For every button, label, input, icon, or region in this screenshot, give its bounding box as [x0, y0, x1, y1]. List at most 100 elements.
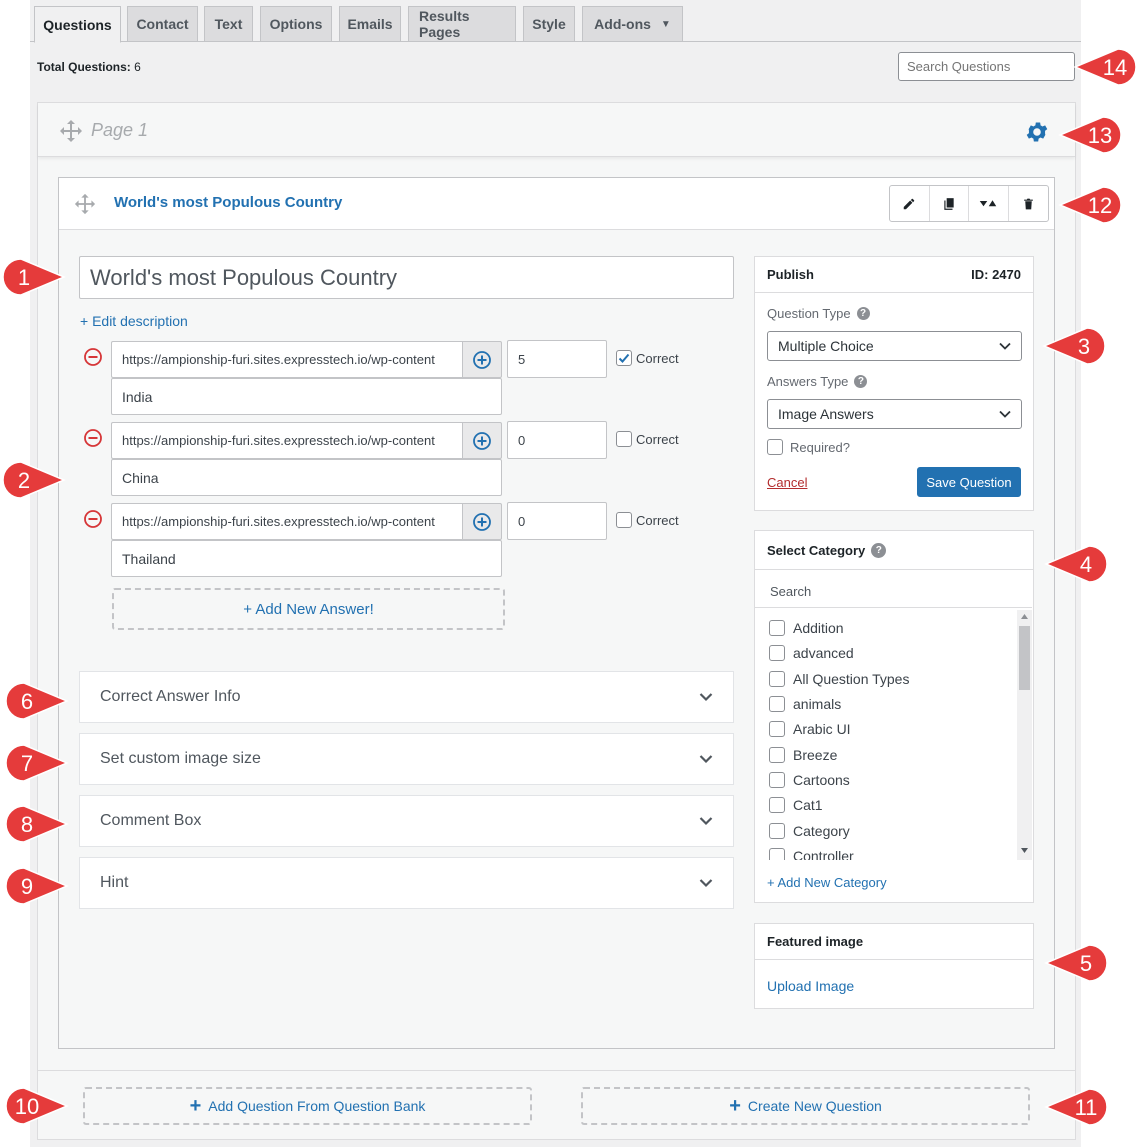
callout-marker: 4: [1044, 545, 1108, 583]
trash-icon: [1023, 198, 1033, 209]
category-checkbox[interactable]: [769, 823, 785, 839]
add-image-button[interactable]: [462, 503, 502, 540]
correct-checkbox-checked[interactable]: [616, 350, 632, 366]
section-hint[interactable]: Hint: [79, 857, 734, 909]
remove-answer-icon[interactable]: [83, 509, 103, 529]
category-item[interactable]: Controller: [769, 848, 854, 860]
help-icon[interactable]: ?: [871, 542, 887, 558]
answer-text-input[interactable]: China: [111, 459, 502, 496]
callout-marker: 6: [5, 682, 69, 720]
answer-image-url[interactable]: https://ampionship-furi.sites.expresstec…: [111, 422, 463, 459]
add-new-answer-button[interactable]: + Add New Answer!: [112, 588, 505, 630]
category-item[interactable]: advanced: [769, 645, 854, 661]
section-correct-answer-info[interactable]: Correct Answer Info: [79, 671, 734, 723]
callout-marker: 7: [5, 744, 69, 782]
callout-number: 9: [21, 874, 33, 899]
category-checkbox[interactable]: [769, 671, 785, 687]
answer-points-input[interactable]: 0: [507, 421, 607, 459]
answer-points-input[interactable]: 0: [507, 502, 607, 540]
category-item[interactable]: Addition: [769, 620, 844, 636]
callout-number: 12: [1088, 193, 1112, 218]
category-item[interactable]: animals: [769, 696, 841, 712]
edit-button[interactable]: [890, 186, 930, 221]
scroll-down-icon[interactable]: [1021, 848, 1028, 853]
correct-checkbox[interactable]: [616, 512, 632, 528]
category-title: Select Category: [767, 542, 866, 558]
tab-options[interactable]: Options: [260, 6, 332, 42]
question-move-icon[interactable]: [74, 193, 96, 215]
scroll-up-icon[interactable]: [1021, 614, 1028, 619]
create-new-question-button[interactable]: + Create New Question: [581, 1087, 1030, 1125]
tab-add-ons[interactable]: Add-ons ▼: [582, 6, 683, 42]
category-scrollbar-thumb[interactable]: [1019, 626, 1030, 690]
add-image-button[interactable]: [462, 422, 502, 459]
category-item[interactable]: Category: [769, 823, 850, 839]
tab-questions[interactable]: Questions: [34, 6, 121, 43]
tab-text[interactable]: Text: [204, 6, 253, 42]
category-list: Addition advanced All Question Types ani…: [755, 610, 1017, 860]
page-move-icon[interactable]: [59, 119, 83, 143]
category-item[interactable]: All Question Types: [769, 671, 909, 687]
answer-text-input[interactable]: India: [111, 378, 502, 415]
correct-checkbox[interactable]: [616, 431, 632, 447]
category-checkbox[interactable]: [769, 645, 785, 661]
category-search-input[interactable]: Search: [755, 575, 1032, 608]
category-label: All Question Types: [793, 671, 910, 687]
category-checkbox[interactable]: [769, 620, 785, 636]
category-checkbox[interactable]: [769, 797, 785, 813]
answer-text-input[interactable]: Thailand: [111, 540, 502, 577]
category-checkbox[interactable]: [769, 747, 785, 763]
move-button[interactable]: [969, 186, 1009, 221]
tab-contact[interactable]: Contact: [127, 6, 198, 42]
cancel-link[interactable]: Cancel: [767, 475, 807, 490]
required-toggle[interactable]: Required?: [767, 439, 850, 455]
add-new-category-link[interactable]: + Add New Category: [767, 875, 887, 890]
tab-results-pages[interactable]: Results Pages: [408, 6, 516, 42]
answers-type-select[interactable]: Image Answers: [767, 399, 1022, 429]
category-item[interactable]: Cartoons: [769, 772, 850, 788]
answer-image-url[interactable]: https://ampionship-furi.sites.expresstec…: [111, 503, 463, 540]
tab-emails[interactable]: Emails: [339, 6, 401, 42]
category-item[interactable]: Arabic UI: [769, 721, 851, 737]
duplicate-button[interactable]: [930, 186, 969, 221]
help-icon[interactable]: ?: [854, 375, 868, 388]
pencil-icon: [904, 198, 915, 209]
callout-number: 2: [18, 468, 30, 493]
remove-answer-icon[interactable]: [83, 347, 103, 367]
category-header: Select Category?: [755, 531, 1033, 570]
section-label: Comment Box: [100, 812, 202, 829]
category-checkbox[interactable]: [769, 848, 785, 860]
section-comment-box[interactable]: Comment Box: [79, 795, 734, 847]
save-question-button[interactable]: Save Question: [917, 467, 1021, 497]
upload-image-link[interactable]: Upload Image: [767, 978, 854, 994]
question-header-title[interactable]: World's most Populous Country: [114, 194, 342, 211]
callout-number: 6: [21, 689, 33, 714]
remove-answer-icon[interactable]: [83, 428, 103, 448]
answer-correct-toggle[interactable]: Correct: [616, 512, 679, 528]
question-title-input[interactable]: World's most Populous Country: [79, 256, 734, 299]
plus-icon: +: [189, 1095, 202, 1117]
question-type-select[interactable]: Multiple Choice: [767, 331, 1022, 361]
tab-style[interactable]: Style: [523, 6, 575, 42]
create-label: Create New Question: [747, 1098, 882, 1114]
answer-correct-toggle[interactable]: Correct: [616, 350, 679, 366]
gear-icon[interactable]: [1024, 119, 1050, 145]
category-checkbox[interactable]: [769, 696, 785, 712]
category-checkbox[interactable]: [769, 772, 785, 788]
add-image-button[interactable]: [462, 341, 502, 378]
category-checkbox[interactable]: [769, 721, 785, 737]
required-checkbox[interactable]: [767, 439, 783, 455]
callout-marker: 13: [1058, 116, 1122, 154]
answer-points-input[interactable]: 5: [507, 340, 607, 378]
section-custom-image-size[interactable]: Set custom image size: [79, 733, 734, 785]
edit-description-link[interactable]: + Edit description: [80, 313, 188, 329]
add-from-question-bank-button[interactable]: + Add Question From Question Bank: [83, 1087, 532, 1125]
answer-correct-toggle[interactable]: Correct: [616, 431, 679, 447]
category-item[interactable]: Breeze: [769, 747, 837, 763]
answer-image-url[interactable]: https://ampionship-furi.sites.expresstec…: [111, 341, 463, 378]
search-questions-input[interactable]: [898, 52, 1075, 81]
help-icon[interactable]: ?: [856, 307, 870, 320]
category-item[interactable]: Cat1: [769, 797, 823, 813]
delete-button[interactable]: [1009, 186, 1048, 221]
section-label: Correct Answer Info: [100, 688, 241, 705]
